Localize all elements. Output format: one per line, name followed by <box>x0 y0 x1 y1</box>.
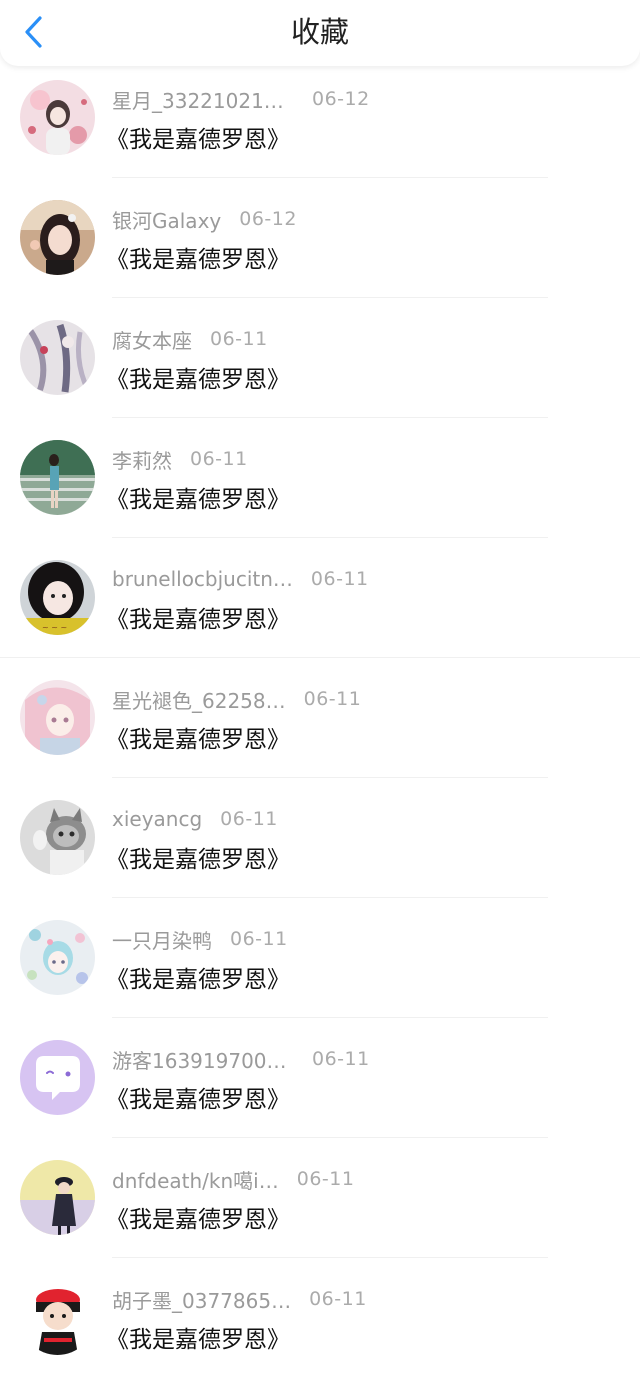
book-title[interactable]: 《我是嘉德罗恩》 <box>106 480 290 514</box>
date: 06-11 <box>210 328 268 350</box>
item-meta: 一只月染鸭 06-11 <box>112 924 288 954</box>
date: 06-12 <box>312 88 370 110</box>
date: 06-11 <box>190 448 248 470</box>
item-meta: 李莉然 06-11 <box>112 444 248 474</box>
book-title[interactable]: 《我是嘉德罗恩》 <box>106 840 290 874</box>
date: 06-12 <box>239 208 297 230</box>
item-meta: dnfdeath/kn噶i… 06-11 <box>112 1164 354 1194</box>
date: 06-11 <box>309 1288 367 1310</box>
date: 06-11 <box>310 568 369 590</box>
avatar[interactable] <box>20 1160 95 1235</box>
username[interactable]: 李莉然 <box>112 445 172 474</box>
username[interactable]: 一只月染鸭 <box>112 925 212 954</box>
date: 06-11 <box>220 808 278 830</box>
avatar[interactable] <box>20 80 95 155</box>
username[interactable]: 星月_332210210… <box>112 85 294 114</box>
item-meta: xieyancg 06-11 <box>112 804 278 834</box>
avatar[interactable] <box>20 320 95 395</box>
username[interactable]: xieyancg <box>112 807 202 831</box>
list-item[interactable]: dnfdeath/kn噶i… 06-11 《我是嘉德罗恩》 <box>0 1138 640 1258</box>
item-meta: 胡子墨_0377865… 06-11 <box>112 1284 367 1314</box>
username[interactable]: 星光褪色_62258… <box>112 685 286 714</box>
avatar[interactable] <box>20 920 95 995</box>
username[interactable]: 游客1639197002… <box>112 1045 294 1074</box>
avatar[interactable] <box>20 680 95 755</box>
top-bar: 收藏 <box>0 0 640 66</box>
list-item[interactable]: 李莉然 06-11 《我是嘉德罗恩》 <box>0 418 640 538</box>
book-title[interactable]: 《我是嘉德罗恩》 <box>106 1080 290 1114</box>
list-item[interactable]: 一只月染鸭 06-11 《我是嘉德罗恩》 <box>0 898 640 1018</box>
avatar[interactable] <box>20 1280 95 1355</box>
avatar[interactable] <box>20 200 95 275</box>
username[interactable]: 胡子墨_0377865… <box>112 1285 291 1314</box>
list-item[interactable]: 腐女本座 06-11 《我是嘉德罗恩》 <box>0 298 640 418</box>
list-item[interactable]: 胡子墨_0377865… 06-11 《我是嘉德罗恩》 <box>0 1258 640 1378</box>
item-meta: 星月_332210210… 06-12 <box>112 84 370 114</box>
page-title: 收藏 <box>290 15 349 49</box>
book-title[interactable]: 《我是嘉德罗恩》 <box>106 120 290 154</box>
item-meta: 银河Galaxy 06-12 <box>112 204 297 234</box>
date: 06-11 <box>296 1168 355 1190</box>
book-title[interactable]: 《我是嘉德罗恩》 <box>106 1320 290 1354</box>
list-item[interactable]: xieyancg 06-11 《我是嘉德罗恩》 <box>0 778 640 898</box>
book-title[interactable]: 《我是嘉德罗恩》 <box>106 600 290 634</box>
item-meta: 游客1639197002… 06-11 <box>112 1044 370 1074</box>
book-title[interactable]: 《我是嘉德罗恩》 <box>106 240 290 274</box>
avatar[interactable] <box>20 440 95 515</box>
avatar[interactable] <box>20 800 95 875</box>
item-meta: 腐女本座 06-11 <box>112 324 268 354</box>
date: 06-11 <box>303 688 362 710</box>
username[interactable]: 腐女本座 <box>112 325 192 354</box>
list-item[interactable]: 银河Galaxy 06-12 《我是嘉德罗恩》 <box>0 178 640 298</box>
date: 06-11 <box>312 1048 370 1070</box>
book-title[interactable]: 《我是嘉德罗恩》 <box>106 1200 290 1234</box>
book-title[interactable]: 《我是嘉德罗恩》 <box>106 960 290 994</box>
username[interactable]: brunellocbjucitn… <box>112 567 293 591</box>
book-title[interactable]: 《我是嘉德罗恩》 <box>106 720 290 754</box>
favorites-list: 星月_332210210… 06-12 《我是嘉德罗恩》 银河Galaxy 06… <box>0 58 640 1378</box>
book-title[interactable]: 《我是嘉德罗恩》 <box>106 360 290 394</box>
item-meta: 星光褪色_62258… 06-11 <box>112 684 361 714</box>
list-item[interactable]: ~ ~ ~ brunellocbjucitn… 06-11 《我是嘉德罗恩》 <box>0 538 640 658</box>
avatar[interactable] <box>20 1040 95 1115</box>
item-meta: brunellocbjucitn… 06-11 <box>112 564 369 594</box>
avatar[interactable]: ~ ~ ~ <box>20 560 95 635</box>
username[interactable]: dnfdeath/kn噶i… <box>112 1165 279 1194</box>
list-item[interactable]: 游客1639197002… 06-11 《我是嘉德罗恩》 <box>0 1018 640 1138</box>
svg-text:~ ~ ~: ~ ~ ~ <box>42 623 67 632</box>
list-item[interactable]: 星月_332210210… 06-12 《我是嘉德罗恩》 <box>0 58 640 178</box>
username[interactable]: 银河Galaxy <box>112 205 221 234</box>
date: 06-11 <box>230 928 288 950</box>
list-item[interactable]: 星光褪色_62258… 06-11 《我是嘉德罗恩》 <box>0 658 640 778</box>
